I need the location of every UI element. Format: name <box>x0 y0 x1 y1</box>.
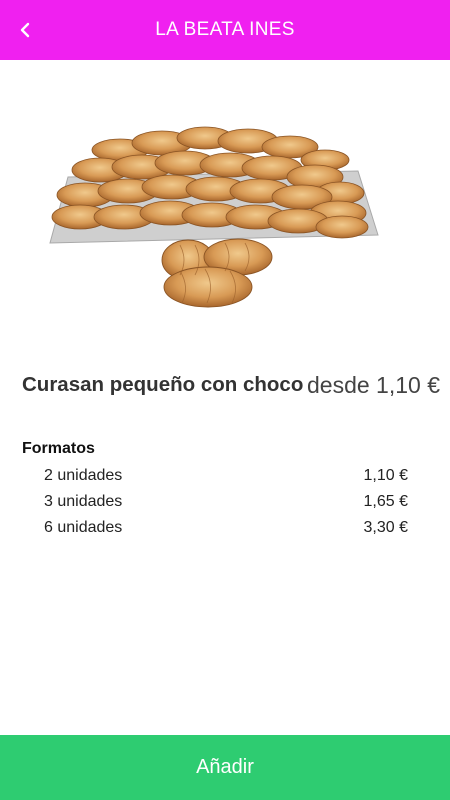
format-price: 1,65 € <box>363 493 408 510</box>
croissant-tray-image <box>49 126 379 308</box>
format-price: 3,30 € <box>363 519 408 536</box>
back-button[interactable] <box>10 14 40 46</box>
format-option[interactable]: 2 unidades 1,10 € <box>44 463 408 489</box>
app-header: LA BEATA INES <box>0 0 450 60</box>
formats-heading: Formatos <box>22 440 95 457</box>
format-list: 2 unidades 1,10 € 3 unidades 1,65 € 6 un… <box>44 463 408 541</box>
chevron-left-icon <box>20 22 30 38</box>
format-label: 2 unidades <box>44 467 123 484</box>
page-title: LA BEATA INES <box>155 19 295 40</box>
product-image <box>40 105 390 320</box>
format-price: 1,10 € <box>363 467 408 484</box>
add-button[interactable]: Añadir <box>0 735 450 800</box>
product-price: desde 1,10 € <box>307 372 441 398</box>
format-label: 3 unidades <box>44 493 123 510</box>
product-name: Curasan pequeño con choco <box>22 373 304 396</box>
format-label: 6 unidades <box>44 519 123 536</box>
format-option[interactable]: 6 unidades 3,30 € <box>44 515 408 541</box>
format-option[interactable]: 3 unidades 1,65 € <box>44 489 408 515</box>
